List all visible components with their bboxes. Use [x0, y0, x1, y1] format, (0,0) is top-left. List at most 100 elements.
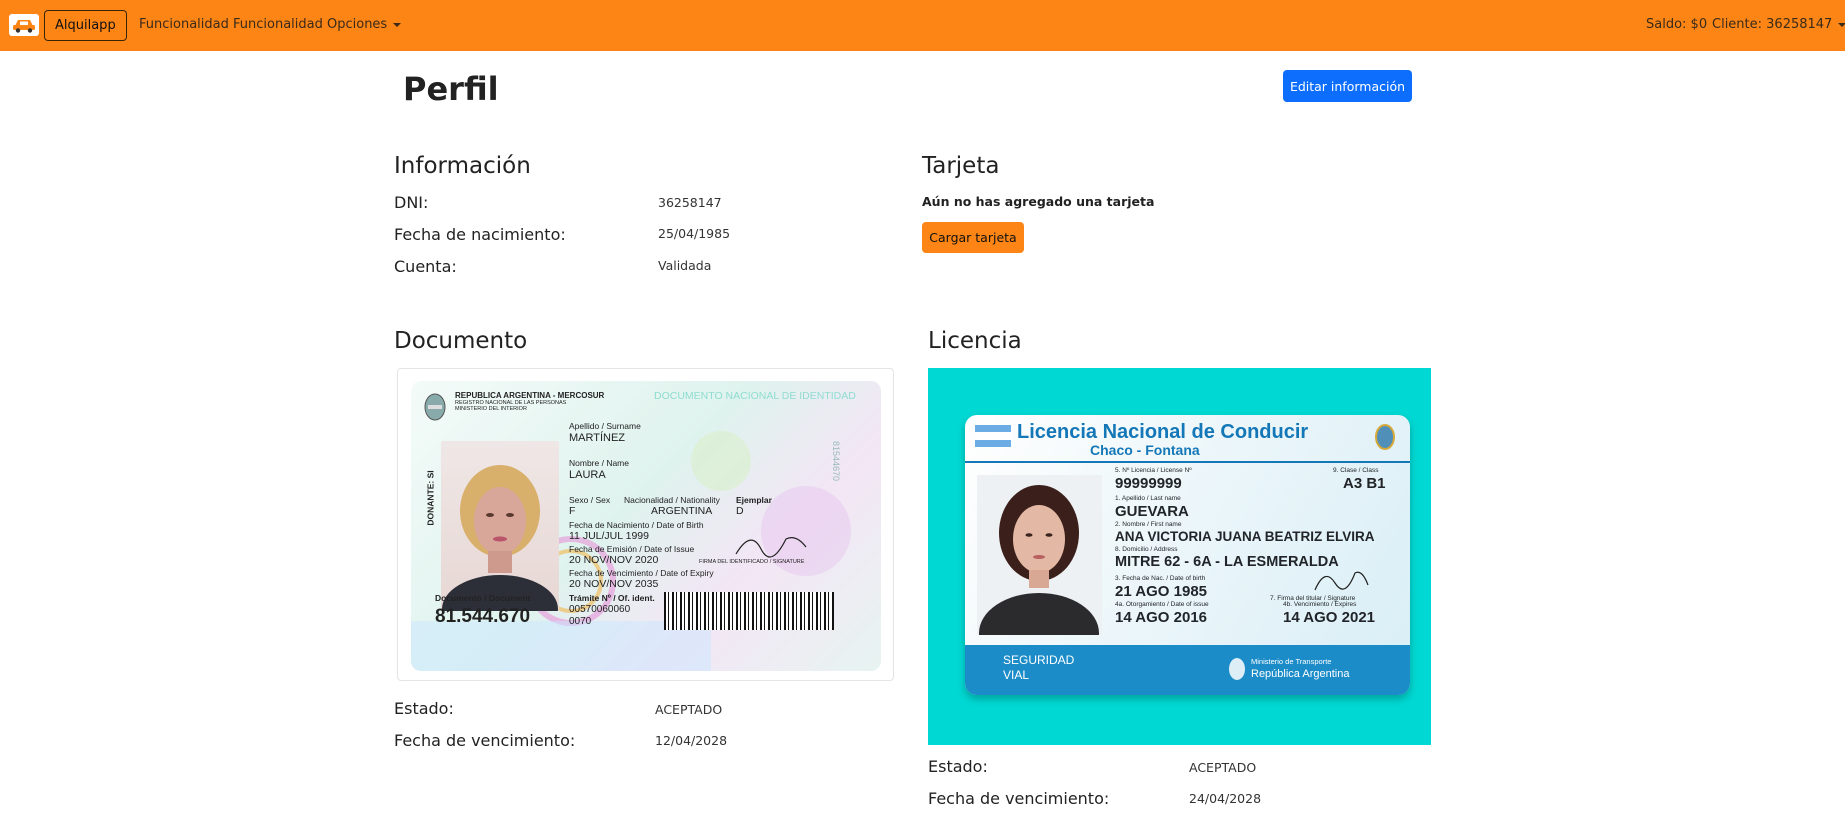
lic-nombre-label: 2. Nombre / First name: [1115, 521, 1182, 528]
lic-venc-label: 4b. Vencimiento / Expires: [1283, 601, 1357, 608]
nav-link-funcionalidad-2[interactable]: Funcionalidad: [233, 17, 323, 32]
person-portrait: [442, 465, 558, 611]
lic-seguridad-2: VIAL: [1003, 668, 1030, 682]
dni-apellido: MARTÍNEZ: [569, 432, 626, 444]
lic-clase-label: 9. Clase / Class: [1333, 467, 1379, 474]
coat-of-arms-icon: [1375, 424, 1395, 450]
lic-estado-label: Estado:: [928, 757, 988, 776]
dni-femi-label: Fecha de Emisión / Date of Issue: [569, 544, 695, 554]
dni-firma-label: FIRMA DEL IDENTIFICADO / SIGNATURE: [699, 559, 805, 565]
dni-ejemplar-label: Ejemplar: [736, 495, 772, 505]
lic-otorg-label: 4a. Otorgamiento / Date of issue: [1115, 601, 1209, 608]
dni-fnac: 11 JUL/JUL 1999: [569, 530, 649, 542]
lic-venc: 14 AGO 2021: [1283, 609, 1375, 626]
nav-dropdown-opciones[interactable]: Opciones: [327, 17, 402, 32]
dni-nombre: LAURA: [569, 469, 606, 481]
dni-sexo-label: Sexo / Sex: [569, 495, 611, 505]
lic-ministerio-1: Ministerio de Transporte: [1251, 657, 1332, 666]
licencia-photo: [977, 475, 1102, 635]
dni-nac-label: Nacionalidad / Nationality: [624, 495, 720, 505]
dni-ejemplar: D: [736, 505, 744, 517]
argentina-flag-icon: [975, 425, 1011, 447]
dni-header-1: REPUBLICA ARGENTINA - MERCOSUR: [455, 391, 605, 400]
signature-graphic: [1314, 571, 1369, 591]
lic-clase: A3 B1: [1343, 475, 1386, 492]
licencia-image: Licencia Nacional de Conducir Chaco - Fo…: [928, 368, 1431, 745]
dni-docnum-label: Documento / Document: [435, 593, 531, 603]
dni-image: REPUBLICA ARGENTINA - MERCOSUR REGISTRO …: [397, 368, 894, 681]
nav-link-funcionalidad-1[interactable]: Funcionalidad: [139, 17, 229, 32]
dni-side-number: 81544670: [831, 441, 841, 482]
person-portrait: [977, 475, 1102, 635]
brand-button[interactable]: Alquilapp: [44, 10, 127, 41]
licencia-divider: [965, 461, 1410, 463]
lic-apellido-label: 1. Apellido / Last name: [1115, 495, 1181, 502]
cliente-dropdown[interactable]: Cliente: 36258147: [1712, 17, 1845, 32]
coat-of-arms-icon: [424, 393, 446, 421]
chevron-down-icon: [1838, 22, 1845, 27]
lic-fnac: 21 AGO 1985: [1115, 583, 1207, 600]
saldo-text: Saldo: $0: [1646, 17, 1708, 32]
dni-tramite: 00570060060: [569, 604, 631, 615]
dni-nombre-label: Nombre / Name: [569, 458, 629, 468]
documento-heading: Documento: [394, 328, 528, 354]
dni-header-3: MINISTERIO DEL INTERIOR: [455, 406, 527, 412]
opciones-label: Opciones: [327, 17, 388, 32]
coat-of-arms-icon: [1229, 658, 1245, 680]
dni-tramite-label: Trámite Nº / Of. ident.: [569, 593, 655, 603]
car-icon[interactable]: [9, 14, 39, 36]
account-value: Validada: [658, 258, 712, 273]
chevron-down-icon: [393, 22, 402, 27]
lic-estado-value: ACEPTADO: [1189, 760, 1257, 775]
lic-apellido: GUEVARA: [1115, 503, 1189, 520]
licencia-heading: Licencia: [928, 328, 1022, 354]
dni-fnac-label: Fecha de Nacimiento / Date of Birth: [569, 520, 704, 530]
tarjeta-heading: Tarjeta: [922, 153, 1000, 179]
dni-femi: 20 NOV/NOV 2020: [569, 554, 659, 566]
licencia-footer: SEGURIDAD VIAL Ministerio de Transporte …: [965, 645, 1410, 695]
lic-otorg: 14 AGO 2016: [1115, 609, 1207, 626]
lic-vto-value: 24/04/2028: [1189, 791, 1262, 806]
navbar: Alquilapp Funcionalidad Funcionalidad Op…: [0, 0, 1845, 51]
dni-apellido-label: Apellido / Surname: [569, 421, 641, 431]
dni-doc-title: DOCUMENTO NACIONAL DE IDENTIDAD: [654, 390, 856, 402]
lic-seguridad-1: SEGURIDAD: [1003, 653, 1075, 667]
dni-photo: [441, 441, 559, 611]
dni-sexo: F: [569, 505, 576, 517]
doc-vto-label: Fecha de vencimiento:: [394, 731, 576, 750]
edit-info-button[interactable]: Editar información: [1283, 70, 1412, 102]
dni-nac: ARGENTINA: [651, 505, 713, 517]
lic-num: 99999999: [1115, 475, 1182, 492]
doc-vto-value: 12/04/2028: [655, 733, 728, 748]
lic-vto-label: Fecha de vencimiento:: [928, 789, 1110, 808]
lic-fnac-label: 3. Fecha de Nac. / Date of birth: [1115, 575, 1206, 582]
informacion-heading: Información: [394, 153, 531, 179]
dni-card: REPUBLICA ARGENTINA - MERCOSUR REGISTRO …: [411, 381, 881, 671]
doc-estado-value: ACEPTADO: [655, 702, 723, 717]
cliente-label: Cliente: 36258147: [1712, 17, 1833, 32]
dni-docnum: 81.544.670: [435, 606, 531, 627]
page-title: Perfil: [403, 70, 499, 108]
licencia-subtitle: Chaco - Fontana: [1090, 442, 1200, 458]
dni-fven-label: Fecha de Vencimiento / Date of Expiry: [569, 568, 714, 578]
birth-value: 25/04/1985: [658, 226, 731, 241]
licencia-card: Licencia Nacional de Conducir Chaco - Fo…: [965, 415, 1410, 695]
account-label: Cuenta:: [394, 257, 457, 276]
no-card-message: Aún no has agregado una tarjeta: [922, 194, 1155, 209]
lic-ministerio-2: República Argentina: [1251, 668, 1350, 680]
birth-label: Fecha de nacimiento:: [394, 225, 566, 244]
barcode-graphic: [664, 592, 834, 630]
dni-tramite-2: 0070: [569, 616, 592, 627]
lic-dom: MITRE 62 - 6A - LA ESMERALDA: [1115, 554, 1339, 570]
doc-estado-label: Estado:: [394, 699, 454, 718]
load-card-button[interactable]: Cargar tarjeta: [922, 222, 1024, 253]
lic-dom-label: 8. Domicilio / Address: [1115, 546, 1178, 553]
dni-value: 36258147: [658, 195, 722, 210]
dni-fven: 20 NOV/NOV 2035: [569, 578, 659, 590]
dni-donante: DONANTE: SI: [425, 470, 436, 526]
dni-label: DNI:: [394, 193, 429, 212]
lic-num-label: 5. Nº Licencia / License Nº: [1115, 467, 1192, 474]
licencia-title: Licencia Nacional de Conducir: [1017, 421, 1309, 443]
signature-graphic: [735, 537, 807, 558]
lic-nombre: ANA VICTORIA JUANA BEATRIZ ELVIRA: [1115, 529, 1375, 544]
